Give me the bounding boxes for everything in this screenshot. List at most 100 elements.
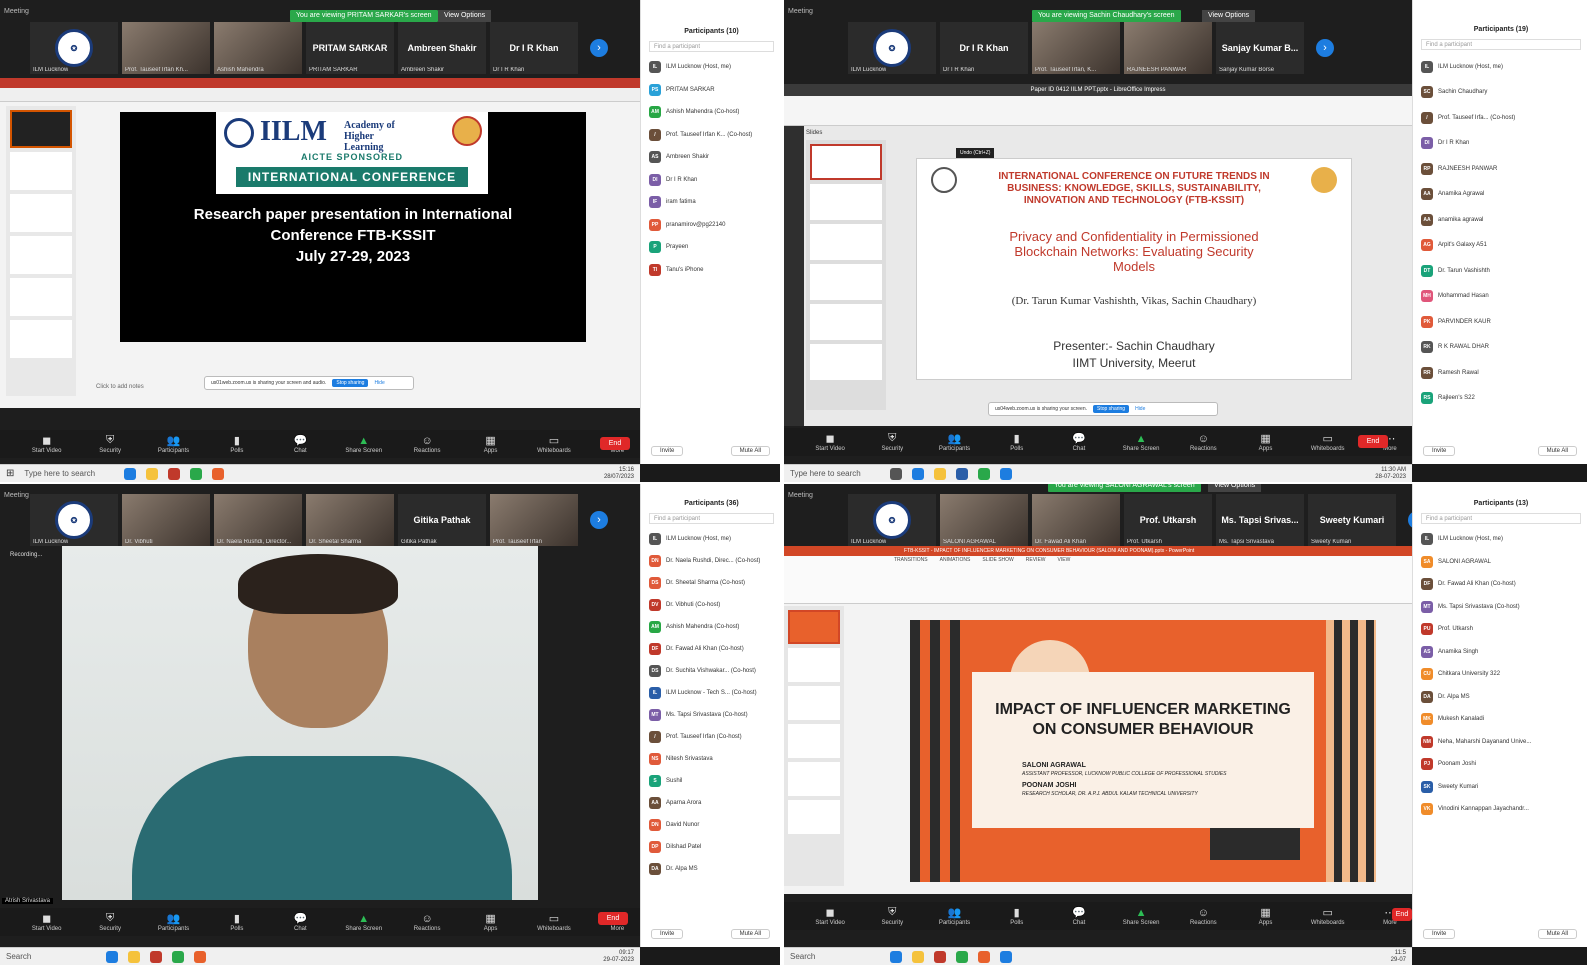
- participant-row[interactable]: VK Vinodini Kannappan Jayachandr...: [1421, 798, 1581, 821]
- participant-tile[interactable]: ✪ ILM Lucknow: [848, 22, 936, 74]
- participant-tile[interactable]: SALONI AGRAWAL: [940, 494, 1028, 546]
- toolbar-chat-button[interactable]: 💬 Chat: [278, 434, 323, 454]
- participant-row[interactable]: AM Ashish Mahendra (Co-host): [649, 101, 774, 124]
- zoom-icon[interactable]: [1000, 950, 1012, 963]
- participant-row[interactable]: DI Dr I R Khan: [1421, 131, 1581, 157]
- participant-row[interactable]: NS Nitesh Srivastava: [649, 748, 774, 770]
- edge-icon[interactable]: [912, 467, 924, 480]
- toolbar-participants-button[interactable]: 👥 Participants: [932, 432, 976, 452]
- participant-tile[interactable]: RAJNEESH PANWAR: [1124, 22, 1212, 74]
- stop-sharing-button[interactable]: Stop sharing: [1093, 405, 1130, 413]
- toolbar-reactions-button[interactable]: ☺ Reactions: [404, 435, 449, 454]
- vlc-icon[interactable]: [978, 950, 990, 963]
- participant-tile[interactable]: Ambreen Shakir Ambreen Shakir: [398, 22, 486, 74]
- ribbon-tab[interactable]: SLIDE SHOW: [982, 556, 1013, 564]
- participant-row[interactable]: DS Dr. Sheetal Sharma (Co-host): [649, 572, 774, 594]
- participant-row[interactable]: DV Dr. Vibhuti (Co-host): [649, 594, 774, 616]
- participant-tile[interactable]: Dr. Fawad Ali Khan: [1032, 494, 1120, 546]
- invite-button[interactable]: Invite: [1423, 929, 1456, 939]
- toolbar-chat-button[interactable]: 💬 Chat: [278, 912, 323, 932]
- participant-tile[interactable]: ✪ ILM Lucknow: [30, 22, 118, 74]
- participant-tile[interactable]: ✪ ILM Lucknow: [30, 494, 118, 546]
- opera-icon[interactable]: [150, 950, 162, 963]
- participant-row[interactable]: PU Prof. Utkarsh: [1421, 618, 1581, 641]
- next-page-icon[interactable]: ›: [1316, 39, 1334, 57]
- mute-all-button[interactable]: Mute All: [730, 929, 770, 939]
- participant-row[interactable]: MH Mohammad Hasan: [1421, 284, 1581, 310]
- toolbar-reactions-button[interactable]: ☺ Reactions: [1181, 907, 1225, 926]
- participant-row[interactable]: DN Dr. Naela Rushdi, Direc... (Co-host): [649, 550, 774, 572]
- participant-row[interactable]: / Prof. Tauseef Irfan K... (Co-host): [649, 124, 774, 147]
- invite-button[interactable]: Invite: [1423, 446, 1456, 456]
- mute-all-button[interactable]: Mute All: [1537, 929, 1577, 939]
- chrome-icon[interactable]: [190, 467, 203, 480]
- participant-search-input[interactable]: Find a participant: [1421, 39, 1581, 50]
- participant-tile[interactable]: Prof. Tauseef Irfan Kh...: [122, 22, 210, 74]
- next-page-icon[interactable]: ›: [590, 39, 608, 57]
- participant-search-input[interactable]: Find a participant: [649, 513, 774, 524]
- participant-tile[interactable]: PRITAM SARKAR PRITAM SARKAR: [306, 22, 394, 74]
- participant-tile[interactable]: Dr. Vibhuti: [122, 494, 210, 546]
- toolbar-share-screen-button[interactable]: ▲ Share Screen: [341, 435, 386, 454]
- participant-tile[interactable]: ✪ ILM Lucknow: [848, 494, 936, 546]
- participant-tile[interactable]: Ashish Mahendra: [214, 22, 302, 74]
- participant-row[interactable]: IF iram fatima: [649, 191, 774, 214]
- toolbar-participants-button[interactable]: 👥 Participants: [151, 434, 196, 454]
- toolbar-share-screen-button[interactable]: ▲ Share Screen: [1119, 907, 1163, 926]
- toolbar-polls-button[interactable]: ▮ Polls: [995, 432, 1039, 452]
- toolbar-whiteboards-button[interactable]: ▭ Whiteboards: [1306, 906, 1350, 926]
- toolbar-polls-button[interactable]: ▮ Polls: [214, 434, 259, 454]
- participant-row[interactable]: RK R K RAWAL DHAR: [1421, 335, 1581, 361]
- toolbar-whiteboards-button[interactable]: ▭ Whiteboards: [531, 434, 576, 454]
- participant-row[interactable]: MT Ms. Tapsi Srivastava (Co-host): [649, 704, 774, 726]
- view-options-button[interactable]: View Options: [438, 10, 492, 22]
- taskbar-search[interactable]: Type here to search: [790, 469, 880, 478]
- participant-row[interactable]: P Prayeen: [649, 236, 774, 259]
- task-view-icon[interactable]: [890, 467, 902, 480]
- taskbar-search[interactable]: Search: [790, 952, 880, 961]
- participant-tile[interactable]: Dr I R Khan Dr I R Khan: [940, 22, 1028, 74]
- participant-tile[interactable]: Dr. Naela Rushdi, Director...: [214, 494, 302, 546]
- view-options-button[interactable]: View Options: [1202, 10, 1256, 22]
- toolbar-share-screen-button[interactable]: ▲ Share Screen: [341, 913, 386, 932]
- invite-button[interactable]: Invite: [651, 446, 684, 456]
- toolbar-apps-button[interactable]: ▦ Apps: [1243, 906, 1287, 926]
- participant-row[interactable]: PP pranamirov@pg22140: [649, 214, 774, 237]
- end-meeting-button[interactable]: End: [1358, 435, 1388, 448]
- participant-row[interactable]: DA Dr. Alpa MS: [649, 858, 774, 880]
- toolbar-chat-button[interactable]: 💬 Chat: [1057, 906, 1101, 926]
- participant-row[interactable]: SA SALONI AGRAWAL: [1421, 551, 1581, 574]
- toolbar-reactions-button[interactable]: ☺ Reactions: [404, 913, 449, 932]
- start-icon[interactable]: ⊞: [6, 468, 14, 479]
- participant-tile[interactable]: Prof. Tauseef Irfan: [490, 494, 578, 546]
- participant-row[interactable]: DP Dilshad Patel: [649, 836, 774, 858]
- participant-row[interactable]: TI Tanu's iPhone: [649, 259, 774, 282]
- participant-row[interactable]: IL ILM Lucknow - Tech S... (Co-host): [649, 682, 774, 704]
- toolbar-whiteboards-button[interactable]: ▭ Whiteboards: [531, 912, 576, 932]
- participant-row[interactable]: MK Mukesh Kanaladi: [1421, 708, 1581, 731]
- notes-placeholder[interactable]: Click to add notes: [96, 384, 144, 390]
- participant-row[interactable]: PK PARVINDER KAUR: [1421, 309, 1581, 335]
- participant-row[interactable]: SC Sachin Chaudhary: [1421, 80, 1581, 106]
- participant-tile[interactable]: Sweety Kumari Sweety Kumari: [1308, 494, 1396, 546]
- participant-row[interactable]: IL ILM Lucknow (Host, me): [649, 528, 774, 550]
- chrome-icon[interactable]: [172, 950, 184, 963]
- participant-row[interactable]: CU Chitkara University 322: [1421, 663, 1581, 686]
- folder-icon[interactable]: [128, 950, 140, 963]
- toolbar-chat-button[interactable]: 💬 Chat: [1057, 432, 1101, 452]
- toolbar-polls-button[interactable]: ▮ Polls: [214, 912, 259, 932]
- edge-icon[interactable]: [124, 467, 137, 480]
- stop-sharing-button[interactable]: Stop sharing: [332, 379, 369, 387]
- edge-icon[interactable]: [890, 950, 902, 963]
- opera-icon[interactable]: [168, 467, 181, 480]
- recording-indicator[interactable]: Recording...: [10, 552, 42, 558]
- participant-tile[interactable]: Prof. Utkarsh Prof. Utkarsh: [1124, 494, 1212, 546]
- toolbar-security-button[interactable]: ⛨ Security: [87, 912, 132, 932]
- ribbon-tab[interactable]: TRANSITIONS: [894, 556, 928, 564]
- participant-search-input[interactable]: Find a participant: [649, 41, 774, 52]
- slide-thumbnails[interactable]: [6, 106, 76, 396]
- chrome-icon[interactable]: [956, 950, 968, 963]
- participant-tile[interactable]: Gitika Pathak Gitika Pathak: [398, 494, 486, 546]
- participant-row[interactable]: MT Ms. Tapsi Srivastava (Co-host): [1421, 596, 1581, 619]
- participant-row[interactable]: DF Dr. Fawad Ali Khan (Co-host): [1421, 573, 1581, 596]
